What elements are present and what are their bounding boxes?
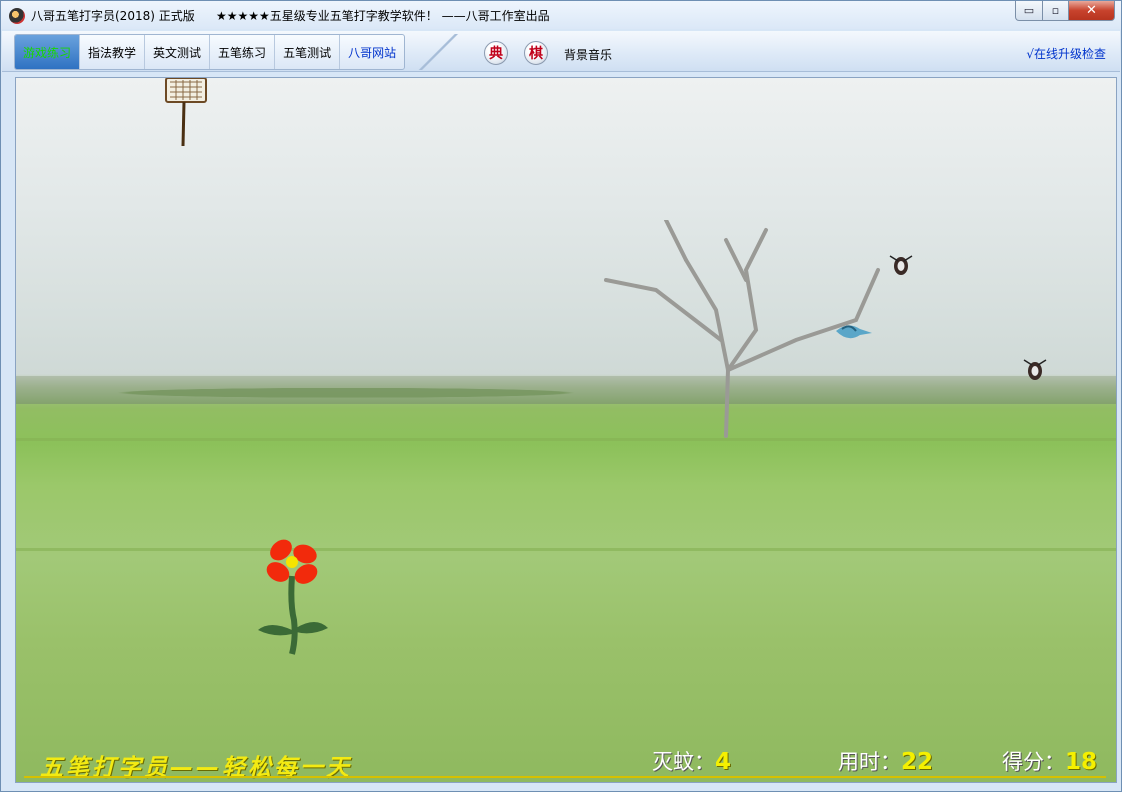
mosquito-icon[interactable] [1022, 356, 1048, 382]
game-area[interactable]: 五笔打字员——轻松每一天 灭蚊：4 用时：22 得分：18 [15, 77, 1117, 783]
minimize-icon: ▭ [1023, 4, 1035, 17]
app-window: 八哥五笔打字员(2018) 正式版 ★★★★★五星级专业五笔打字教学软件！ ——… [0, 0, 1122, 792]
tab-english-test[interactable]: 英文测试 [145, 35, 211, 69]
online-upgrade-link[interactable]: √在线升级检查 [1026, 45, 1106, 62]
grass-detail [16, 548, 1116, 551]
title-bar[interactable]: 八哥五笔打字员(2018) 正式版 ★★★★★五星级专业五笔打字教学软件！ ——… [1, 1, 1121, 29]
tab-wubi-test[interactable]: 五笔测试 [275, 35, 341, 69]
window-subtitle: ★★★★★五星级专业五笔打字教学软件！ ——八哥工作室出品 [216, 9, 550, 23]
close-button[interactable]: ✕ [1069, 1, 1115, 21]
score: 得分：18 [1002, 746, 1097, 776]
grass-detail [16, 438, 1116, 441]
mosquito-count-value: 4 [715, 749, 732, 775]
time-used-value: 22 [901, 749, 934, 775]
background-music-button[interactable]: 背景音乐 [564, 46, 612, 63]
time-used-label: 用时： [838, 750, 901, 774]
score-value: 18 [1065, 749, 1098, 775]
fly-swatter-icon[interactable] [164, 78, 210, 148]
status-bar: 五笔打字员——轻松每一天 灭蚊：4 用时：22 得分：18 [16, 738, 1116, 782]
tab-game-practice[interactable]: 游戏练习 [15, 35, 81, 69]
dictionary-button[interactable]: 典 [484, 41, 508, 65]
close-icon: ✕ [1086, 3, 1097, 18]
mosquito-count: 灭蚊：4 [652, 746, 731, 776]
mode-tabs: 游戏练习 指法教学 英文测试 五笔练习 五笔测试 八哥网站 [14, 34, 406, 70]
window-controls: ▭ ▫ ✕ [1015, 1, 1115, 21]
chess-button[interactable]: 棋 [524, 41, 548, 65]
time-used: 用时：22 [838, 746, 933, 776]
tab-bage-website[interactable]: 八哥网站 [340, 35, 404, 69]
flower-icon [258, 539, 328, 655]
menu-divider [402, 34, 477, 70]
maximize-icon: ▫ [1051, 4, 1060, 17]
window-title: 八哥五笔打字员(2018) 正式版 [31, 9, 195, 23]
mosquito-count-label: 灭蚊： [652, 750, 715, 774]
app-icon [9, 8, 25, 24]
distant-trees [16, 376, 1116, 404]
menu-bar: 游戏练习 指法教学 英文测试 五笔练习 五笔测试 八哥网站 典 棋 背景音乐 √… [2, 31, 1120, 72]
maximize-button[interactable]: ▫ [1043, 1, 1069, 21]
tab-wubi-practice[interactable]: 五笔练习 [210, 35, 276, 69]
tab-fingering-tutorial[interactable]: 指法教学 [80, 35, 146, 69]
score-label: 得分： [1002, 750, 1065, 774]
bird-icon [836, 325, 872, 339]
mosquito-icon[interactable] [888, 252, 914, 276]
minimize-button[interactable]: ▭ [1015, 1, 1043, 21]
slogan-underline [24, 776, 1106, 778]
